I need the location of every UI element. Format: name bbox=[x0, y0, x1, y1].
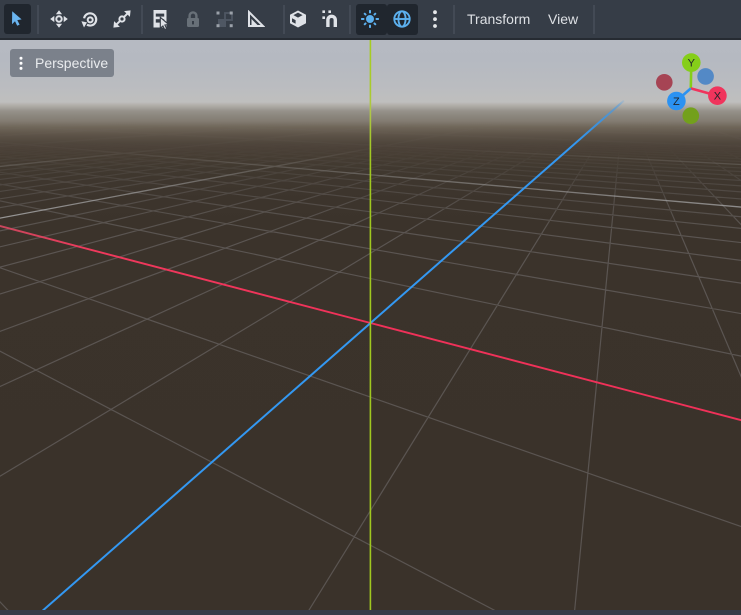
svg-text:Z: Z bbox=[673, 96, 680, 108]
svg-text:X: X bbox=[714, 91, 722, 103]
svg-text:Y: Y bbox=[688, 58, 696, 70]
